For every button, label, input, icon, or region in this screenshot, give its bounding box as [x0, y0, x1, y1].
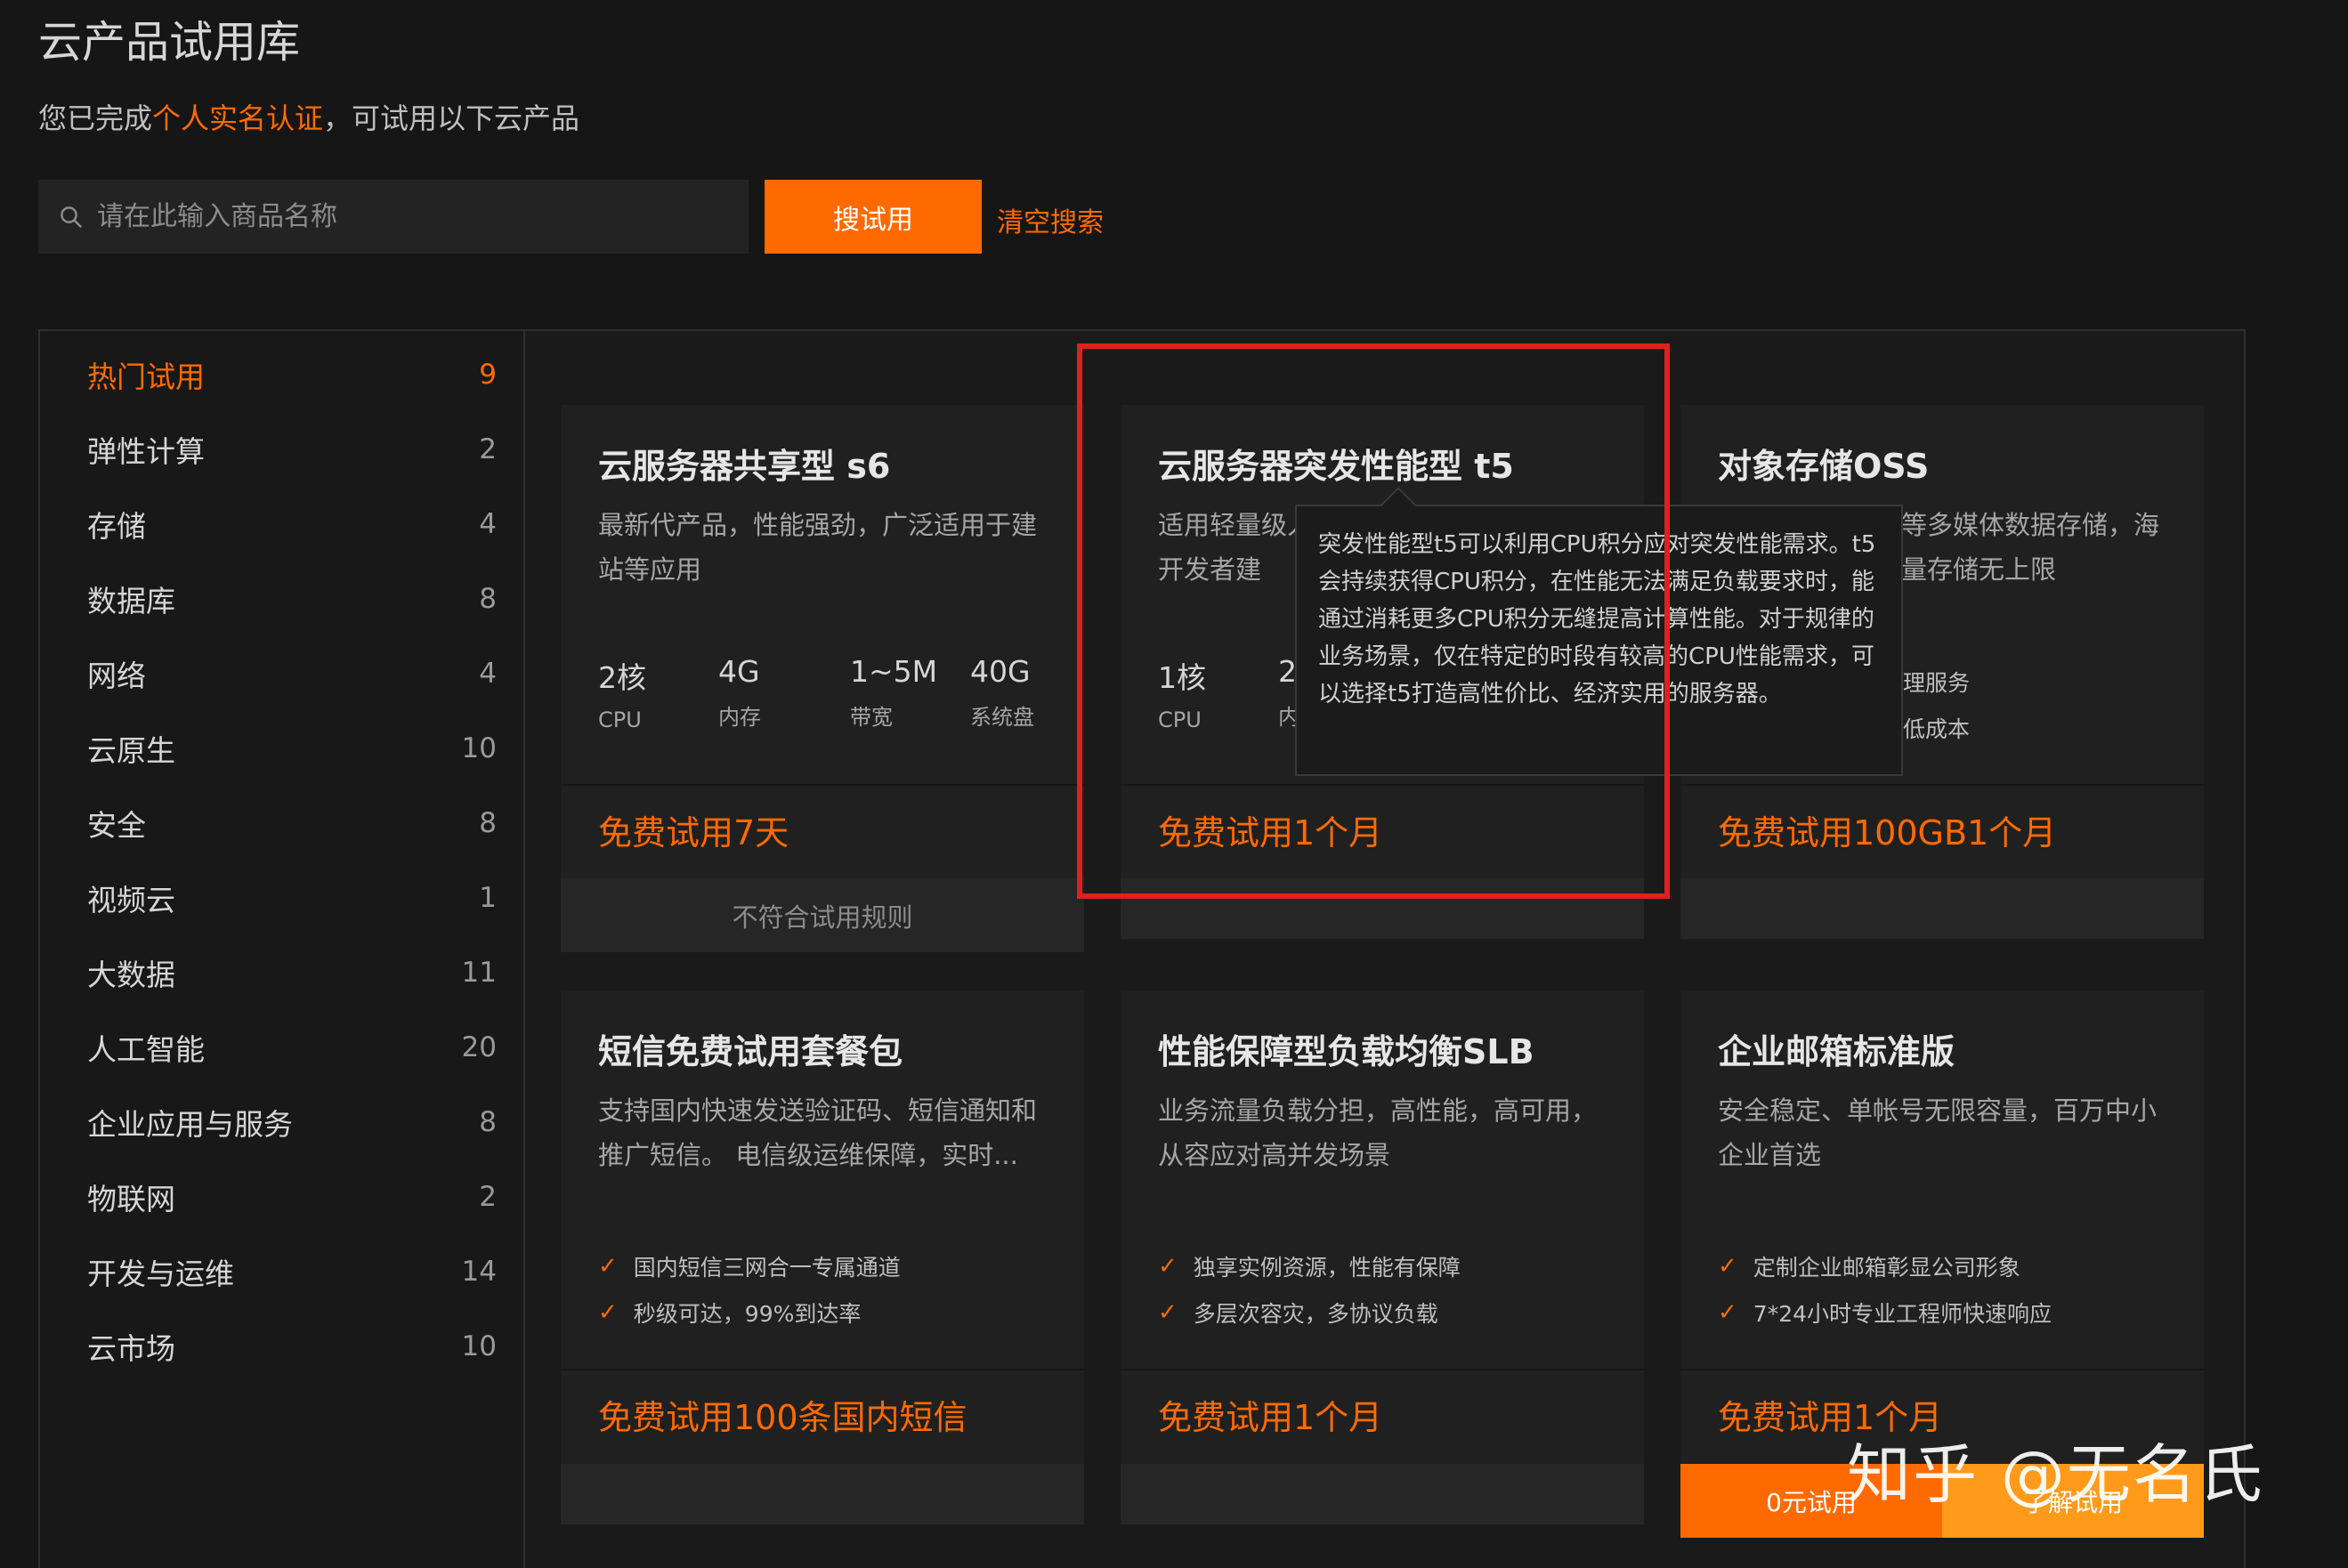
- sidebar-item-cloud-native[interactable]: 云原生 10: [87, 722, 497, 775]
- sidebar-item-iot[interactable]: 物联网 2: [87, 1170, 497, 1224]
- feature-item: ✓ 秒级可达，99%到达率: [598, 1299, 862, 1327]
- check-icon: ✓: [598, 1299, 618, 1326]
- card-divider: [561, 1369, 1084, 1370]
- sidebar-item-label: 云市场: [87, 1331, 175, 1366]
- sidebar-item-label: 网络: [87, 659, 146, 693]
- card-offer: 免费试用100条国内短信: [598, 1398, 968, 1437]
- realname-auth-link[interactable]: 个人实名认证: [152, 101, 323, 135]
- feature-item: 低成本: [1903, 716, 1971, 742]
- search-input[interactable]: [97, 180, 749, 254]
- sidebar-item-count: 2: [479, 1181, 497, 1213]
- check-icon: ✓: [1158, 1299, 1178, 1326]
- sidebar-item-label: 热门试用: [87, 360, 205, 394]
- feature-item: ✓ 7*24小时专业工程师快速响应: [1718, 1299, 2052, 1327]
- card-footer[interactable]: [561, 1464, 1084, 1524]
- check-icon: ✓: [1718, 1253, 1737, 1280]
- sidebar-item-label: 视频云: [87, 883, 175, 917]
- card-desc: 安全稳定、单帐号无限容量，百万中小企业首选: [1718, 1095, 2158, 1170]
- product-card[interactable]: 性能保障型负载均衡SLB 业务流量负载分担，高性能，高可用，从容应对高并发场景 …: [1121, 990, 1644, 1524]
- sidebar-item-security[interactable]: 安全 8: [87, 796, 497, 850]
- sidebar-item-label: 存储: [87, 509, 146, 544]
- card-divider: [1680, 1369, 2204, 1370]
- sidebar-item-bigdata[interactable]: 大数据 11: [87, 946, 497, 999]
- sidebar-item-hot[interactable]: 热门试用 9: [87, 348, 497, 401]
- card-desc: 等多媒体数据存储，海量存储无上限: [1901, 510, 2160, 585]
- page-title: 云产品试用库: [38, 17, 301, 68]
- card-footer[interactable]: [1121, 1464, 1644, 1524]
- sidebar-item-label: 弹性计算: [87, 434, 205, 469]
- feature-item: ✓ 独享实例资源，性能有保障: [1158, 1253, 1461, 1281]
- card-desc: 支持国内快速发送验证码、短信通知和推广短信。 电信级运维保障，实时...: [598, 1095, 1038, 1170]
- sidebar-item-count: 8: [479, 583, 497, 615]
- sidebar-item-count: 4: [479, 658, 497, 690]
- sidebar-item-count: 8: [479, 1106, 497, 1138]
- sidebar-item-enterprise[interactable]: 企业应用与服务 8: [87, 1095, 497, 1149]
- sidebar-item-label: 物联网: [87, 1182, 175, 1216]
- feature-item: ✓ 定制企业邮箱彰显公司形象: [1718, 1253, 2020, 1281]
- card-desc: 最新代产品，性能强劲，广泛适用于建站等应用: [598, 510, 1038, 585]
- sidebar-item-count: 11: [461, 957, 497, 989]
- sidebar-item-network[interactable]: 网络 4: [87, 647, 497, 700]
- card-title: 对象存储OSS: [1718, 447, 1930, 486]
- subtitle-suffix: ，可试用以下云产品: [323, 101, 580, 135]
- check-icon: ✓: [1718, 1299, 1737, 1326]
- clear-search-link[interactable]: 清空搜索: [997, 200, 1104, 239]
- card-title: 云服务器共享型 s6: [598, 447, 891, 486]
- product-card[interactable]: 短信免费试用套餐包 支持国内快速发送验证码、短信通知和推广短信。 电信级运维保障…: [561, 990, 1084, 1524]
- card-footer[interactable]: [1680, 878, 2204, 939]
- sidebar-item-ai[interactable]: 人工智能 20: [87, 1021, 497, 1074]
- sidebar-item-count: 8: [479, 807, 497, 839]
- sidebar-item-label: 大数据: [87, 958, 175, 992]
- spec-item: 4G 内存: [718, 654, 761, 730]
- product-card[interactable]: 云服务器共享型 s6 最新代产品，性能强劲，广泛适用于建站等应用 2核 CPU 4…: [561, 405, 1084, 952]
- sidebar-item-compute[interactable]: 弹性计算 2: [87, 423, 497, 476]
- sidebar-item-label: 云原生: [87, 733, 175, 768]
- check-icon: ✓: [598, 1253, 618, 1280]
- sidebar-item-count: 10: [461, 732, 497, 764]
- sidebar-item-label: 开发与运维: [87, 1257, 234, 1291]
- feature-item: ✓ 国内短信三网合一专属通道: [598, 1253, 901, 1281]
- sidebar-item-count: 9: [479, 359, 497, 391]
- sidebar-item-database[interactable]: 数据库 8: [87, 572, 497, 626]
- sidebar-item-devops[interactable]: 开发与运维 14: [87, 1245, 497, 1298]
- category-sidebar: 热门试用 9 弹性计算 2 存储 4 数据库 8 网络 4 云原生 10 安全 8 视频云 1 …: [40, 331, 525, 1568]
- sidebar-item-label: 数据库: [87, 584, 175, 618]
- search-icon: [61, 206, 83, 228]
- page-subtitle: 您已完成个人实名认证，可试用以下云产品: [38, 96, 579, 137]
- sidebar-item-count: 14: [461, 1256, 497, 1288]
- feature-item: ✓ 多层次容灾，多协议负载: [1158, 1299, 1438, 1327]
- card-divider: [561, 784, 1084, 786]
- sidebar-item-label: 人工智能: [87, 1032, 205, 1067]
- card-offer: 免费试用100GB1个月: [1718, 813, 2057, 853]
- check-icon: ✓: [1158, 1253, 1178, 1280]
- search-box: [38, 180, 749, 254]
- sidebar-item-label: 安全: [87, 808, 146, 843]
- card-desc: 业务流量负载分担，高性能，高可用，从容应对高并发场景: [1158, 1095, 1598, 1170]
- sidebar-item-label: 企业应用与服务: [87, 1107, 293, 1142]
- sidebar-item-count: 2: [479, 433, 497, 465]
- spec-item: 1~5M 带宽: [850, 654, 938, 730]
- sidebar-item-storage[interactable]: 存储 4: [87, 497, 497, 551]
- card-divider: [1121, 1369, 1644, 1370]
- sidebar-item-count: 10: [461, 1330, 497, 1362]
- sidebar-item-video[interactable]: 视频云 1: [87, 871, 497, 925]
- spec-item: 40G 系统盘: [970, 654, 1034, 730]
- card-divider: [1680, 784, 2204, 786]
- subtitle-prefix: 您已完成: [38, 101, 153, 135]
- card-title: 企业邮箱标准版: [1718, 1032, 1955, 1071]
- sidebar-item-count: 1: [479, 882, 497, 914]
- sidebar-item-count: 20: [461, 1031, 497, 1063]
- sidebar-item-count: 4: [479, 508, 497, 540]
- spec-item: 2核 CPU: [598, 660, 646, 732]
- card-offer: 免费试用7天: [598, 813, 789, 853]
- card-offer: 免费试用1个月: [1158, 1398, 1383, 1437]
- card-title: 短信免费试用套餐包: [598, 1032, 903, 1071]
- ineligible-button[interactable]: 不符合试用规则: [561, 878, 1084, 952]
- card-title: 性能保障型负载均衡SLB: [1158, 1032, 1534, 1071]
- sidebar-item-marketplace[interactable]: 云市场 10: [87, 1320, 497, 1373]
- search-button[interactable]: 搜试用: [765, 180, 982, 254]
- highlight-annotation-box: [1077, 344, 1670, 899]
- zhihu-watermark: 知乎 @无名氏: [1847, 1437, 2264, 1512]
- feature-item: 理服务: [1903, 670, 1971, 696]
